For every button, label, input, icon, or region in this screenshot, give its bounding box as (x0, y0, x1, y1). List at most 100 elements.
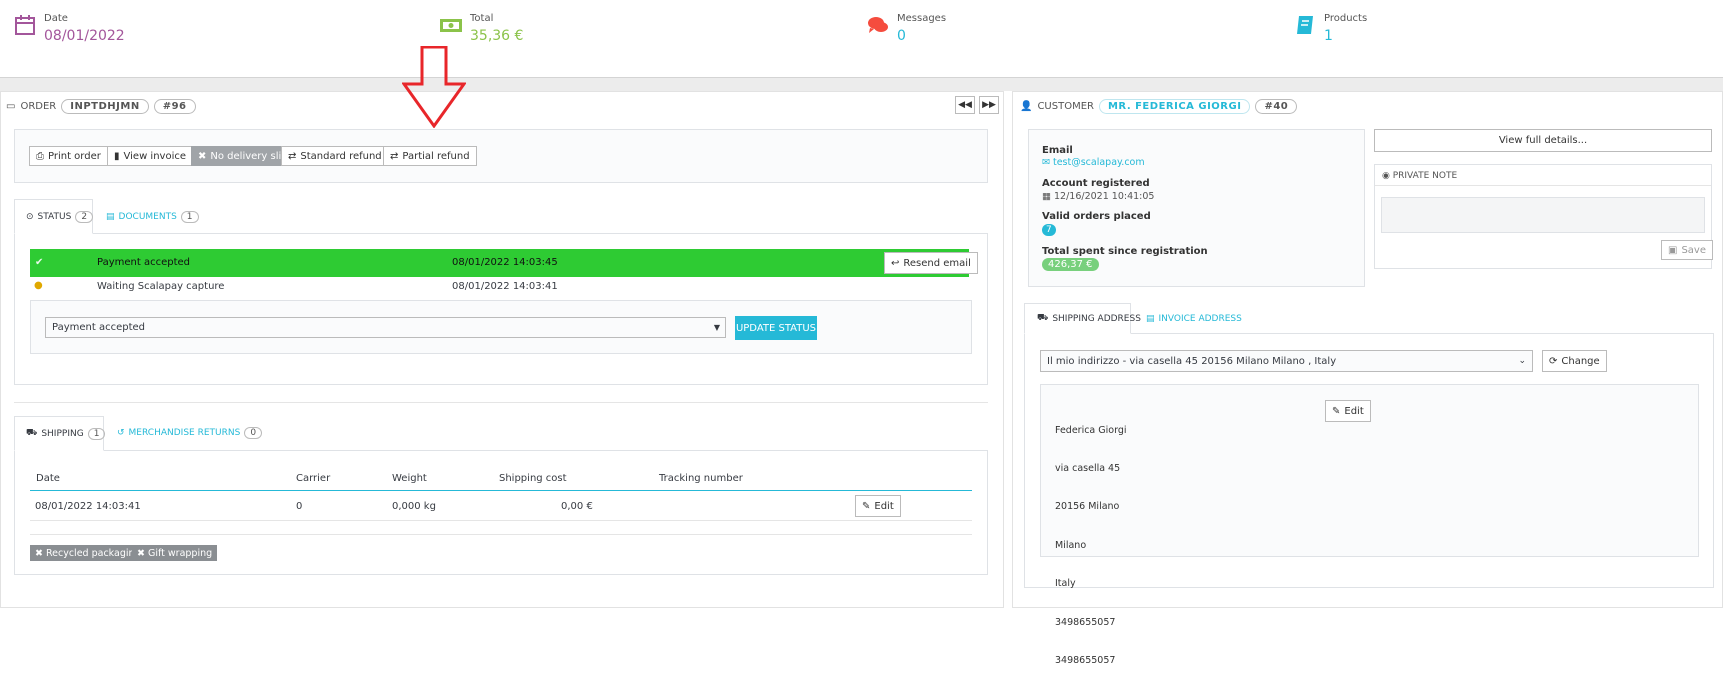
shipping-carrier: 0 (296, 501, 303, 512)
history-state: Waiting Scalapay capture (97, 281, 225, 292)
previous-order-button[interactable]: ◀◀ (955, 96, 975, 114)
tab-shipping-address-label: SHIPPING ADDRESS (1052, 313, 1141, 324)
print-order-button[interactable]: ⎙ Print order (29, 146, 108, 166)
divider-band (0, 78, 1723, 91)
standard-refund-label: Standard refund (300, 150, 382, 162)
partial-refund-button[interactable]: ⇄ Partial refund (383, 146, 477, 166)
comments-icon (868, 17, 888, 33)
email-label: Email (1042, 145, 1073, 156)
tab-shipping-label: SHIPPING (41, 428, 84, 439)
private-note-title: PRIVATE NOTE (1392, 171, 1458, 181)
edit-shipping-button[interactable]: ✎ Edit (855, 495, 901, 517)
kpi-messages-value: 0 (897, 28, 906, 44)
shipping-weight: 0,000 kg (392, 501, 436, 512)
valid-orders-label: Valid orders placed (1042, 211, 1151, 222)
resend-email-label: Resend email (903, 257, 971, 269)
print-order-label: Print order (48, 150, 101, 162)
change-address-button[interactable]: ⟳ Change (1542, 350, 1607, 372)
save-note-label: Save (1681, 244, 1706, 256)
calendar-icon (15, 15, 35, 35)
reply-icon: ↩ (891, 257, 900, 269)
tab-invoice-address[interactable]: ▤ INVOICE ADDRESS (1146, 311, 1242, 327)
envelope-icon: ✉ (1042, 157, 1053, 168)
tab-documents[interactable]: ▤ DOCUMENTS 1 (106, 209, 199, 225)
tab-documents-label: DOCUMENTS (118, 212, 177, 222)
resend-email-button[interactable]: ↩ Resend email (884, 252, 978, 274)
customer-id: #40 (1255, 98, 1298, 114)
tab-shipping[interactable]: ⛟ SHIPPING 1 (14, 416, 106, 451)
backward-icon: ◀◀ (958, 100, 972, 110)
save-icon: ▣ (1668, 244, 1678, 256)
customer-email: test@scalapay.com (1052, 157, 1145, 168)
tab-merchandise-returns[interactable]: ↺ MERCHANDISE RETURNS 0 (117, 425, 263, 441)
col-carrier: Carrier (296, 473, 331, 484)
close-icon: ✖ (35, 547, 43, 559)
pencil-icon: ✎ (1332, 405, 1341, 417)
tab-shipping-count: 1 (87, 427, 106, 440)
book-icon (1297, 16, 1313, 34)
next-order-button[interactable]: ▶▶ (979, 96, 999, 114)
user-icon: 👤 (1020, 100, 1033, 112)
truck-icon: ⛟ (26, 428, 38, 438)
view-invoice-button[interactable]: ▮ View invoice (107, 146, 194, 166)
valid-orders-badge: 7 (1042, 224, 1056, 236)
undo-icon: ↺ (117, 428, 125, 438)
address-line: 20156 Milano (1055, 501, 1120, 513)
kpi-total-label: Total (470, 13, 494, 24)
money-icon (440, 19, 462, 32)
close-icon: ✖ (137, 547, 145, 559)
customer-title: CUSTOMER (1037, 100, 1094, 112)
col-weight: Weight (392, 473, 427, 484)
edit-address-button[interactable]: ✎ Edit (1325, 400, 1371, 422)
account-registered-value: 12/16/2021 10:41:05 (1054, 191, 1155, 202)
address-line: Federica Giorgi (1055, 424, 1127, 436)
account-registered-label: Account registered (1042, 178, 1150, 189)
shipping-date: 08/01/2022 14:03:41 (35, 501, 141, 512)
order-state-select[interactable]: Payment accepted ▼ (45, 317, 726, 338)
history-state: Payment accepted (97, 257, 191, 268)
no-delivery-slip-button[interactable]: ✖ No delivery slip (191, 146, 295, 166)
refresh-icon: ⟳ (1549, 355, 1558, 367)
coins-icon: ● (34, 280, 43, 291)
address-select[interactable]: Il mio indirizzo - via casella 45 20156 … (1040, 350, 1533, 372)
exchange-icon: ⇄ (288, 150, 297, 162)
kpi-total-value: 35,36 € (470, 28, 524, 44)
total-spent-badge: 426,37 € (1042, 258, 1099, 271)
tab-shipping-address[interactable]: ⛟ SHIPPING ADDRESS (1024, 303, 1141, 334)
pencil-icon: ✎ (862, 500, 871, 512)
order-header: ▭ ORDER INPTDHJMN #96 (6, 98, 196, 114)
annotation-arrow-icon (402, 46, 466, 128)
shipping-cost: 0,00 € (561, 501, 593, 512)
update-status-button[interactable]: UPDATE STATUS (735, 316, 817, 340)
address-line: Italy (1055, 578, 1076, 590)
edit-shipping-label: Edit (874, 500, 894, 512)
gift-wrapping-badge: ✖ Gift wrapping (132, 545, 218, 561)
tab-status[interactable]: ⊙ STATUS 2 (14, 199, 94, 234)
order-reference: INPTDHJMN (61, 98, 149, 114)
recycled-packaging-label: Recycled packaging (45, 547, 141, 559)
customer-name[interactable]: MR. FEDERICA GIORGI (1098, 98, 1251, 114)
section-divider (14, 402, 988, 403)
save-note-button[interactable]: ▣ Save (1661, 240, 1713, 260)
eye-slash-icon: ◉ (1382, 171, 1393, 181)
col-tracking-number: Tracking number (659, 473, 743, 484)
customer-email-link[interactable]: ✉ test@scalapay.com (1042, 157, 1145, 168)
address-lines: Federica Giorgi via casella 45 20156 Mil… (1055, 399, 1127, 681)
truck-icon: ⛟ (1037, 313, 1049, 323)
history-date: 08/01/2022 14:03:41 (452, 281, 558, 292)
address-line: 3498655057 (1055, 654, 1116, 666)
kpi-products-value: 1 (1324, 28, 1333, 44)
kpi-messages-label: Messages (897, 13, 947, 24)
private-note-textarea[interactable] (1381, 197, 1705, 233)
total-spent-label: Total spent since registration (1042, 246, 1208, 257)
view-full-details-button[interactable]: View full details... (1374, 129, 1712, 152)
address-line: Milano (1055, 539, 1087, 551)
address-line: 3498655057 (1055, 616, 1116, 628)
col-date: Date (36, 473, 60, 484)
history-date: 08/01/2022 14:03:45 (452, 257, 558, 268)
standard-refund-button[interactable]: ⇄ Standard refund (281, 146, 389, 166)
document-icon: ▤ (1146, 314, 1155, 324)
kpi-date-value: 08/01/2022 (44, 28, 125, 44)
order-title: ORDER (20, 100, 57, 112)
print-icon: ⎙ (36, 150, 44, 162)
